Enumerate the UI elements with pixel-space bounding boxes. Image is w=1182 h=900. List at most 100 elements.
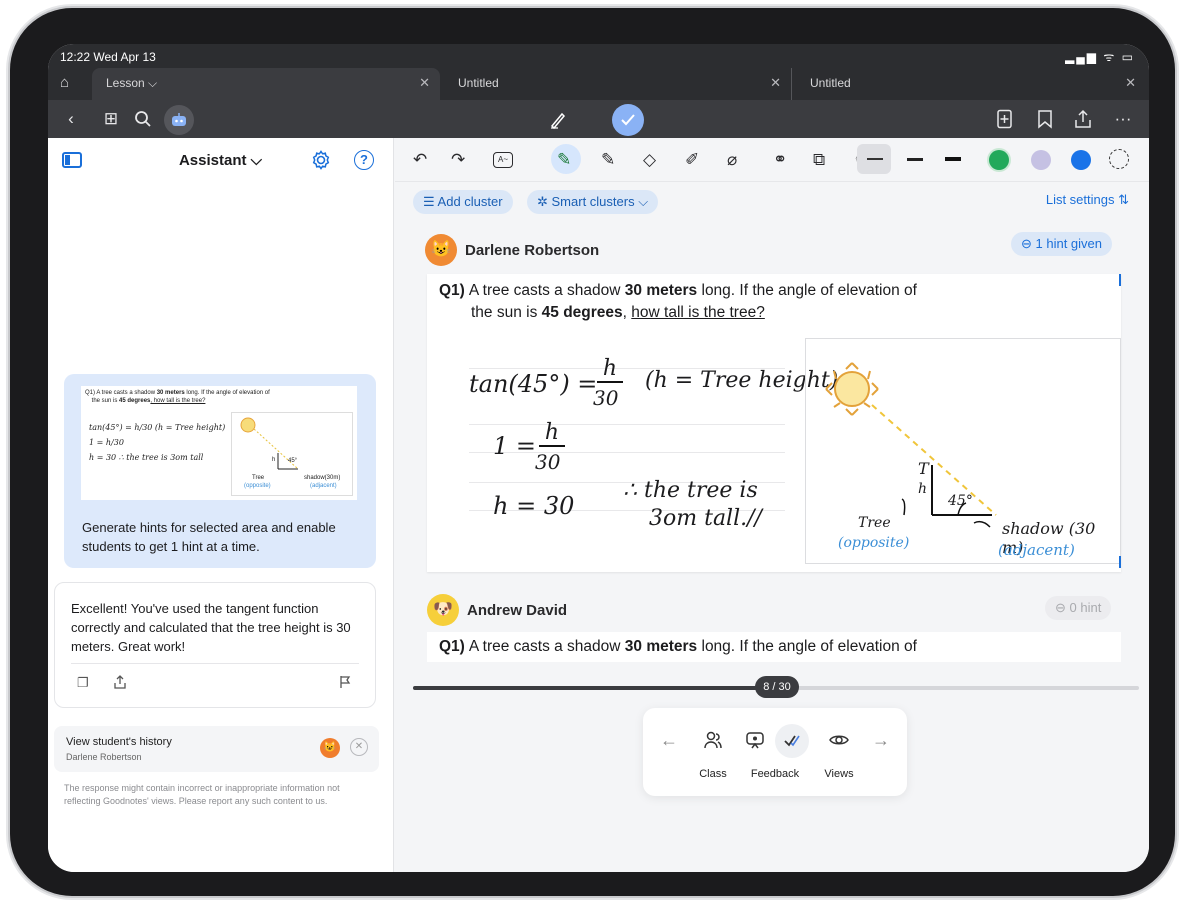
- assistant-icon[interactable]: [164, 105, 194, 135]
- question-text: Q1) A tree casts a shadow 30 meters long.…: [439, 282, 917, 321]
- class-label[interactable]: Class: [695, 768, 731, 780]
- pencil-icon[interactable]: ✎: [601, 150, 615, 170]
- student-work-page[interactable]: Q1) A tree casts a shadow 30 meters long.…: [427, 632, 1121, 662]
- pen-mode-icon[interactable]: [542, 104, 574, 136]
- student-work-page[interactable]: Q1) A tree casts a shadow 30 meters long.…: [427, 274, 1121, 572]
- selection-thumbnail: Q1) A tree casts a shadow 30 meters long…: [81, 386, 357, 500]
- smart-clusters-button[interactable]: ✲ Smart clusters ⌵: [527, 190, 659, 214]
- diagram-label-T: T: [918, 459, 929, 478]
- arrow-right-icon[interactable]: →: [865, 730, 897, 751]
- student-name: Andrew David: [467, 602, 568, 619]
- signal-wifi-battery-icon: ▂▄▆ ᯤ ▭: [1065, 50, 1135, 64]
- views-eye-icon[interactable]: [823, 730, 855, 755]
- add-cluster-button[interactable]: ☰ Add cluster: [413, 190, 513, 214]
- history-title: View student's history: [66, 736, 172, 748]
- close-icon[interactable]: ✕: [1125, 68, 1136, 98]
- tab-untitled-1[interactable]: Untitled ✕: [448, 68, 792, 100]
- thumb-handwriting: tan(45°) = h/30 (h = Tree height) 1 = h/…: [89, 423, 226, 462]
- feedback-check-icon[interactable]: [776, 730, 808, 755]
- flag-icon[interactable]: [339, 675, 351, 692]
- handwritten-conclusion-1: ∴ the tree is: [623, 478, 758, 503]
- share-icon[interactable]: [1072, 108, 1094, 130]
- class-people-icon[interactable]: [697, 730, 729, 755]
- assistant-response-card: Excellent! You've used the tangent funct…: [54, 582, 376, 708]
- arrow-left-icon[interactable]: ←: [653, 730, 685, 751]
- back-icon[interactable]: ‹: [60, 108, 82, 130]
- page-indicator[interactable]: 8 / 30: [755, 676, 799, 698]
- diagram-label-tree: Tree: [858, 515, 891, 531]
- shapes-icon[interactable]: ⚭: [773, 150, 787, 170]
- tab-untitled-2[interactable]: Untitled ✕: [800, 68, 1146, 100]
- close-icon[interactable]: ✕: [770, 68, 781, 98]
- handwritten-eq2: 1 =: [493, 432, 537, 460]
- stroke-medium-icon[interactable]: [907, 158, 923, 161]
- tape-icon[interactable]: ⌀: [727, 150, 737, 170]
- copy-icon[interactable]: ❐: [77, 675, 89, 691]
- tab-label: Untitled: [810, 76, 851, 90]
- student-history-row[interactable]: View student's history Darlene Robertson…: [54, 726, 379, 772]
- pen-icon[interactable]: ✎: [557, 150, 571, 170]
- selection-handle[interactable]: [1119, 556, 1121, 568]
- student-row-header: 🐶 Andrew David: [427, 594, 1127, 628]
- status-time: 12:22 Wed Apr 13: [60, 50, 156, 64]
- redo-icon[interactable]: ↷: [451, 150, 465, 170]
- text-recognition-icon[interactable]: A~: [493, 152, 513, 168]
- tab-lesson[interactable]: Lesson ⌵ ✕: [92, 68, 440, 100]
- selection-handle[interactable]: [1119, 274, 1121, 286]
- share-icon[interactable]: [113, 675, 127, 692]
- tab-label: Lesson ⌵: [106, 76, 158, 90]
- more-icon[interactable]: ···: [1112, 108, 1134, 130]
- close-icon[interactable]: ✕: [419, 68, 430, 98]
- eraser-icon[interactable]: ◇: [643, 150, 656, 170]
- help-icon[interactable]: ?: [354, 150, 374, 170]
- list-settings-button[interactable]: List settings ⇅: [1046, 192, 1129, 208]
- color-blue-swatch[interactable]: [1071, 150, 1091, 170]
- scrubber-progress: [413, 686, 773, 690]
- search-icon[interactable]: [132, 108, 154, 130]
- thumb-diagram: h 45° Tree (opposite) shadow(30m) (adjac…: [231, 412, 353, 496]
- status-bar: 12:22 Wed Apr 13 ▂▄▆ ᯤ ▭: [48, 44, 1149, 68]
- highlighter-icon[interactable]: ✐: [685, 150, 699, 170]
- bookmark-icon[interactable]: [1034, 108, 1056, 130]
- new-page-icon[interactable]: [994, 108, 1016, 130]
- hint-count-badge[interactable]: ⊖ 1 hint given: [1011, 232, 1112, 256]
- thumb-question: Q1) A tree casts a shadow 30 meters long…: [85, 390, 270, 404]
- color-green-swatch[interactable]: [989, 150, 1009, 170]
- pen-toolbar: ↶ ↷ A~ ✎ ✎ ◇ ✐ ⌀ ⚭ ⧉ ◌: [395, 138, 1149, 182]
- color-picker-icon[interactable]: [1109, 149, 1129, 169]
- divider: [71, 663, 359, 664]
- handwritten-fraction-denominator: 30: [593, 386, 619, 410]
- check-mode-icon[interactable]: [612, 104, 644, 136]
- diagram-label-h: h: [918, 481, 928, 497]
- student-avatar: 😺: [320, 738, 340, 758]
- handwritten-eq1: tan(45°) =: [469, 370, 598, 398]
- student-avatar: 😺: [425, 234, 457, 266]
- grid-icon[interactable]: ⊞: [100, 108, 122, 130]
- hint-card[interactable]: Q1) A tree casts a shadow 30 meters long…: [64, 374, 376, 568]
- history-student-name: Darlene Robertson: [66, 752, 142, 762]
- views-label[interactable]: Views: [821, 768, 857, 780]
- handwritten-fraction-denominator: 30: [535, 450, 561, 474]
- diagram-label-adjacent: (adjacent): [998, 541, 1075, 559]
- sidebar-title[interactable]: Assistant ⌵: [48, 152, 393, 169]
- tab-bar: ⌂ Lesson ⌵ ✕ Untitled ✕ Untitled ✕: [48, 68, 1149, 100]
- color-lavender-swatch[interactable]: [1031, 150, 1051, 170]
- presentation-icon[interactable]: [739, 730, 771, 755]
- screen: 12:22 Wed Apr 13 ▂▄▆ ᯤ ▭ ⌂ Lesson ⌵ ✕ Un…: [48, 44, 1149, 872]
- top-toolbar: ‹ ⊞ ···: [48, 100, 1149, 138]
- home-icon[interactable]: ⌂: [50, 68, 90, 100]
- student-name: Darlene Robertson: [465, 242, 600, 259]
- stroke-thin-icon: [867, 158, 883, 160]
- sidebar-header: Assistant ⌵ ?: [48, 138, 393, 182]
- tablet-frame: 12:22 Wed Apr 13 ▂▄▆ ᯤ ▭ ⌂ Lesson ⌵ ✕ Un…: [10, 8, 1175, 896]
- response-text: Excellent! You've used the tangent funct…: [71, 601, 351, 654]
- diagram-box: T h 45° Tree (opposite) shadow (30 m) (a…: [805, 338, 1121, 564]
- feedback-label[interactable]: Feedback: [747, 768, 803, 780]
- close-icon[interactable]: ✕: [350, 738, 368, 756]
- camera-icon[interactable]: ⧉: [813, 150, 825, 170]
- handwritten-fraction-numerator: h: [597, 356, 623, 383]
- undo-icon[interactable]: ↶: [413, 150, 427, 170]
- settings-gear-icon[interactable]: [310, 149, 332, 176]
- hint-count-badge[interactable]: ⊖ 0 hint: [1045, 596, 1112, 620]
- stroke-thick-icon[interactable]: [945, 157, 961, 161]
